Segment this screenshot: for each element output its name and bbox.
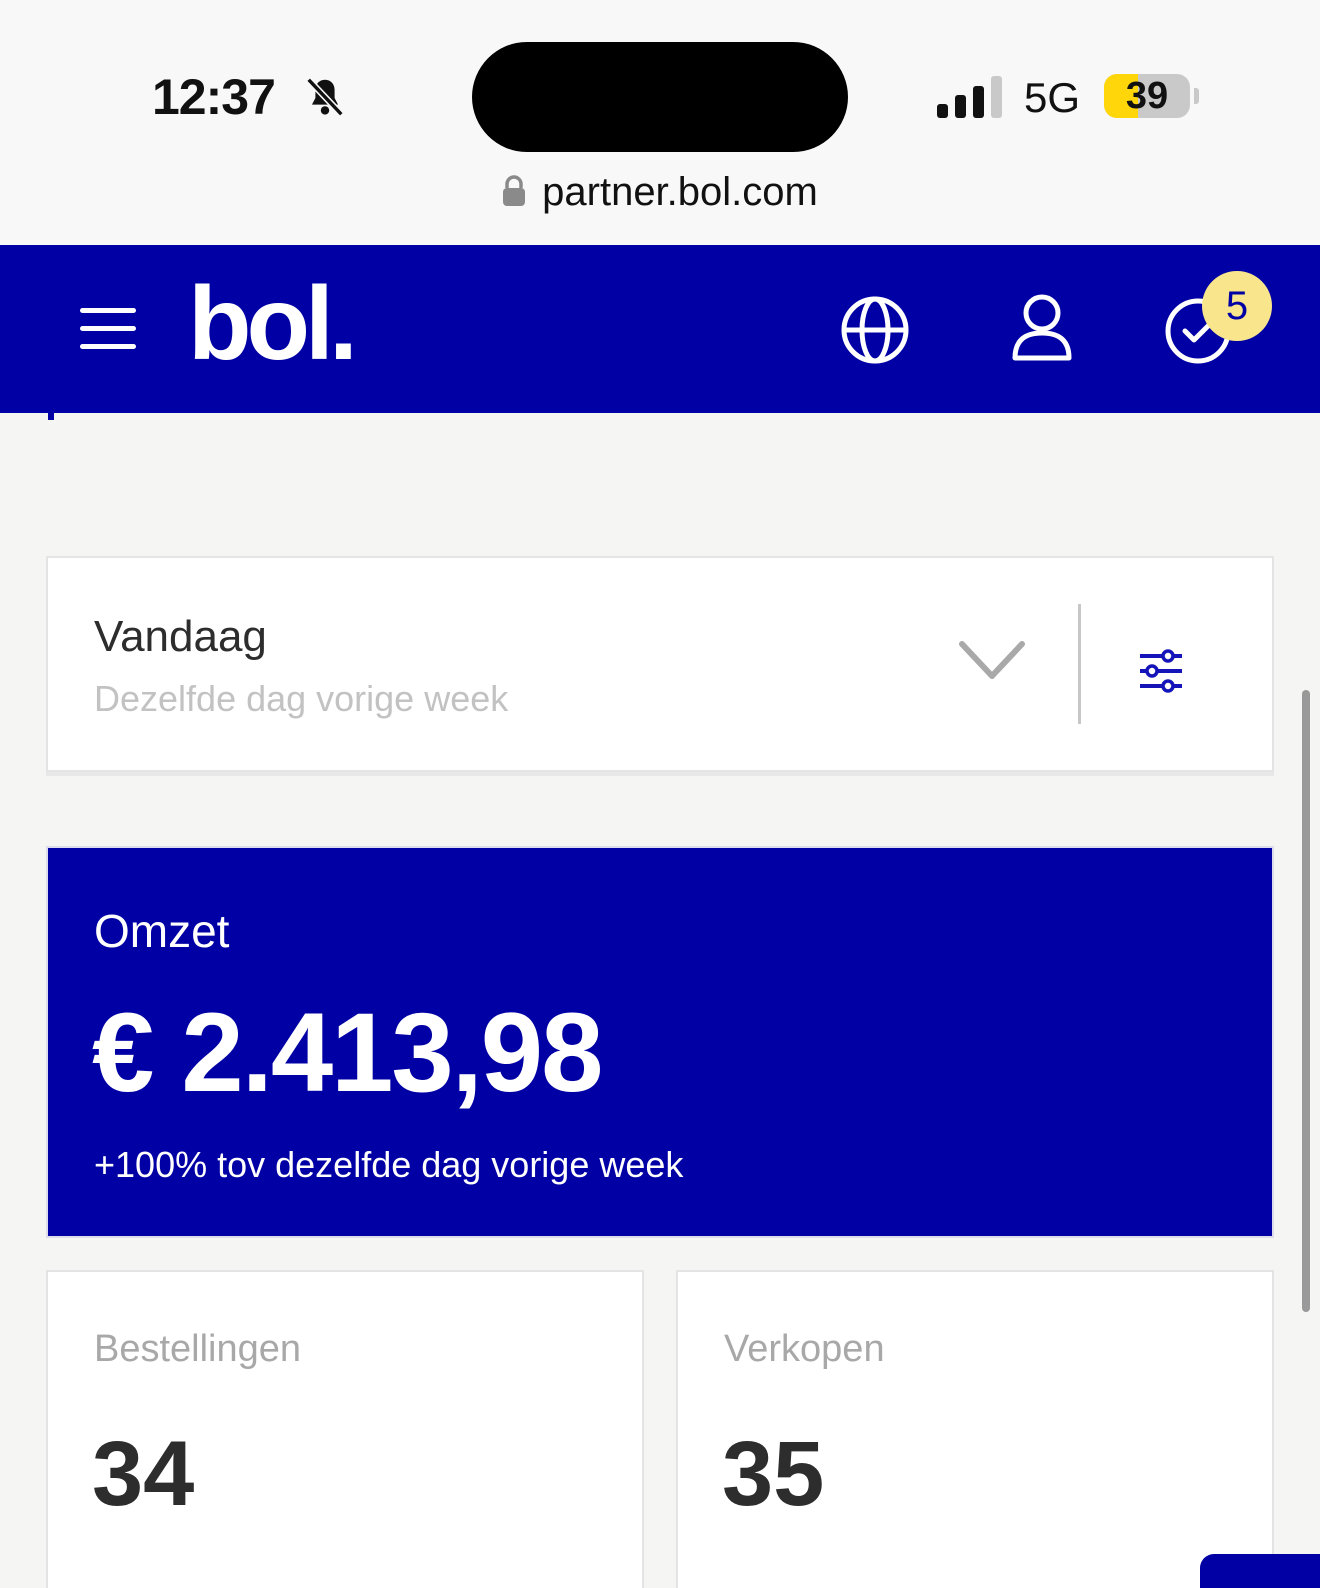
scrollbar[interactable] (1302, 690, 1310, 1312)
user-icon[interactable] (1010, 293, 1074, 363)
orders-label: Bestellingen (94, 1328, 302, 1370)
comparison-label: Dezelfde dag vorige week (94, 678, 509, 719)
sales-label: Verkopen (724, 1328, 885, 1370)
url-text: partner.bol.com (542, 170, 818, 214)
battery-cap (1194, 88, 1199, 104)
app-header: bol. 5 (0, 245, 1320, 413)
address-bar[interactable]: partner.bol.com (0, 170, 1320, 215)
filter-settings-icon[interactable] (1138, 648, 1184, 694)
revenue-card[interactable]: Omzet € 2.413,98 +100% tov dezelfde dag … (46, 846, 1274, 1238)
dynamic-island (472, 42, 848, 152)
status-bar: 12:37 5G 39 partner.bol.com (0, 0, 1320, 245)
orders-card[interactable]: Bestellingen 34 (46, 1270, 644, 1588)
lock-icon (503, 175, 526, 206)
battery-icon: 39 (1104, 74, 1190, 118)
chevron-down-icon[interactable] (958, 638, 1026, 684)
period-label: Vandaag (94, 612, 267, 661)
help-button[interactable] (1200, 1554, 1320, 1588)
sales-card[interactable]: Verkopen 35 (676, 1270, 1274, 1588)
network-type: 5G (1024, 74, 1081, 121)
hamburger-menu-icon[interactable] (80, 308, 136, 350)
signal-icon (937, 76, 1002, 118)
orders-value: 34 (92, 1423, 195, 1525)
notification-badge[interactable]: 5 (1202, 271, 1272, 341)
period-selector[interactable]: Vandaag Dezelfde dag vorige week (46, 556, 1274, 772)
status-time: 12:37 (152, 69, 276, 125)
battery-level: 39 (1125, 75, 1169, 117)
bol-logo[interactable]: bol. (188, 265, 358, 384)
revenue-label: Omzet (94, 905, 230, 957)
globe-icon[interactable] (840, 295, 910, 365)
revenue-comparison: +100% tov dezelfde dag vorige week (94, 1144, 684, 1185)
revenue-value: € 2.413,98 (92, 990, 603, 1115)
page-indicator (48, 412, 54, 420)
bell-slash-icon (306, 77, 344, 117)
sales-value: 35 (722, 1423, 825, 1525)
divider (1078, 604, 1081, 724)
